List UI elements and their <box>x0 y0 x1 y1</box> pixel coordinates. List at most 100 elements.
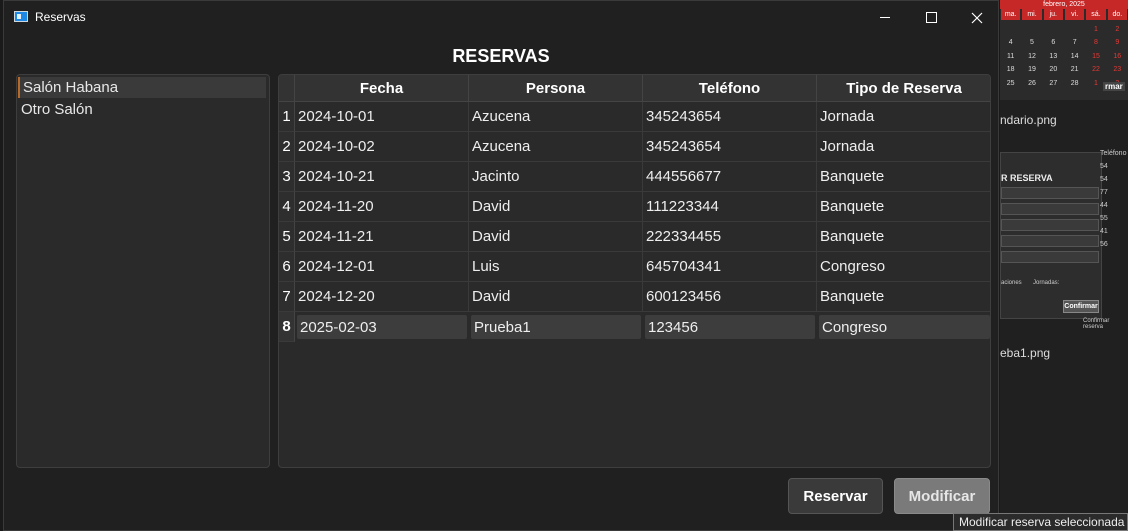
background-confirm-button-fragment: rmar <box>1103 82 1125 91</box>
cell-tipo[interactable]: Banquete <box>817 192 990 222</box>
cell-tipo[interactable]: Banquete <box>817 222 990 252</box>
maximize-button[interactable] <box>908 1 954 34</box>
row-header[interactable]: 2 <box>279 132 295 162</box>
cell-tipo[interactable]: Congreso <box>818 314 990 340</box>
title-bar[interactable]: Reservas <box>4 1 998 34</box>
row-header[interactable]: 7 <box>279 282 295 312</box>
column-header-persona[interactable]: Persona <box>469 75 643 102</box>
table-row[interactable]: 2025-02-03 Prueba1 123456 Congreso <box>295 312 990 342</box>
table-row[interactable]: 2024-11-21 David 222334455 Banquete <box>295 222 990 252</box>
table-corner <box>279 75 295 102</box>
close-button[interactable] <box>954 1 1000 34</box>
cell-persona[interactable]: Azucena <box>469 132 643 162</box>
calendar-weekday: sá. <box>1086 9 1106 20</box>
cell-fecha[interactable]: 2024-12-01 <box>295 252 469 282</box>
calendar-day: 6 <box>1051 39 1056 46</box>
cell-telefono[interactable]: 444556677 <box>643 162 817 192</box>
cell-telefono[interactable]: 222334455 <box>643 222 817 252</box>
background-dialog-label: aciones <box>1001 280 1022 286</box>
cell-telefono[interactable]: 345243654 <box>643 132 817 162</box>
column-header-telefono[interactable]: Teléfono <box>643 75 817 102</box>
row-header[interactable]: 4 <box>279 192 295 222</box>
background-telefono-value: 54 <box>1100 176 1108 183</box>
cell-fecha[interactable]: 2024-11-21 <box>295 222 469 252</box>
cell-telefono[interactable]: 123456 <box>644 314 816 340</box>
calendar-day: 16 <box>1113 52 1122 60</box>
calendar-weekday: vi. <box>1064 9 1085 20</box>
background-dialog-title: R RESERVA <box>1001 173 1053 183</box>
calendar-weekday: ju. <box>1043 9 1063 20</box>
cell-fecha[interactable]: 2024-10-01 <box>295 102 469 132</box>
table-row[interactable]: 2024-12-20 David 600123456 Banquete <box>295 282 990 312</box>
cell-fecha[interactable]: 2024-10-21 <box>295 162 469 192</box>
cell-fecha[interactable]: 2025-02-03 <box>296 314 468 340</box>
background-dialog-field <box>1001 235 1099 247</box>
calendar-month-label: febrero, 2025 <box>1000 0 1128 9</box>
calendar-day: 5 <box>1030 39 1034 46</box>
cell-telefono[interactable]: 600123456 <box>643 282 817 312</box>
cell-tipo[interactable]: Banquete <box>817 162 990 192</box>
background-desktop: febrero, 2025 ma. mi. ju. vi. sá. do. 1 2 4 5 6 7 8 9… <box>1000 0 1128 531</box>
column-header-tipo[interactable]: Tipo de Reserva <box>817 75 990 102</box>
row-header[interactable]: 1 <box>279 102 295 132</box>
reservas-table[interactable]: Fecha Persona Teléfono Tipo de Reserva 1… <box>278 74 991 468</box>
table-row[interactable]: 2024-10-21 Jacinto 444556677 Banquete <box>295 162 990 192</box>
row-header[interactable]: 5 <box>279 222 295 252</box>
background-telefono-value: 56 <box>1100 241 1108 248</box>
close-icon <box>971 12 983 23</box>
calendar-weekday: do. <box>1107 9 1127 20</box>
cell-persona[interactable]: Azucena <box>469 102 643 132</box>
column-header-fecha[interactable]: Fecha <box>295 75 469 102</box>
reservar-button[interactable]: Reservar <box>788 478 883 514</box>
calendar-day: 27 <box>1049 79 1058 87</box>
cell-persona[interactable]: Prueba1 <box>470 314 642 340</box>
cell-fecha[interactable]: 2024-11-20 <box>295 192 469 222</box>
background-dialog: R RESERVA aciones Jornadas: Confirmar <box>1000 152 1102 319</box>
window-title: Reservas <box>35 10 86 24</box>
background-file-label: ndario.png <box>1000 113 1057 127</box>
calendar-day: 21 <box>1070 66 1079 73</box>
cell-persona[interactable]: David <box>469 222 643 252</box>
cell-tipo[interactable]: Congreso <box>817 252 990 282</box>
salon-item-habana[interactable]: Salón Habana <box>18 77 266 98</box>
calendar-day: 2 <box>1115 25 1120 33</box>
modificar-tooltip: Modificar reserva seleccionada <box>953 513 1128 531</box>
maximize-icon <box>925 12 937 23</box>
calendar-day: 12 <box>1028 52 1036 60</box>
table-row[interactable]: 2024-11-20 David 111223344 Banquete <box>295 192 990 222</box>
salon-item-otro[interactable]: Otro Salón <box>18 99 266 120</box>
table-row[interactable]: 2024-10-01 Azucena 345243654 Jornada <box>295 102 990 132</box>
cell-persona[interactable]: David <box>469 192 643 222</box>
background-telefono-header: Teléfono <box>1100 150 1127 157</box>
background-telefono-column: Teléfono 54 54 77 44 55 41 56 <box>1100 150 1128 254</box>
row-header[interactable]: 3 <box>279 162 295 192</box>
cell-fecha[interactable]: 2024-10-02 <box>295 132 469 162</box>
cell-persona[interactable]: David <box>469 282 643 312</box>
table-row[interactable]: 2024-10-02 Azucena 345243654 Jornada <box>295 132 990 162</box>
background-dialog-hint: Confirmar reserva <box>1083 318 1110 330</box>
calendar-day: 13 <box>1049 52 1058 60</box>
calendar-day <box>1043 23 1064 37</box>
minimize-button[interactable] <box>862 1 908 34</box>
cell-persona[interactable]: Jacinto <box>469 162 643 192</box>
table-row[interactable]: 2024-12-01 Luis 645704341 Congreso <box>295 252 990 282</box>
calendar-day: 20 <box>1049 66 1058 73</box>
calendar-weekday: ma. <box>1001 9 1021 20</box>
cell-persona[interactable]: Luis <box>469 252 643 282</box>
calendar-day: 1 <box>1094 25 1098 33</box>
cell-telefono[interactable]: 345243654 <box>643 102 817 132</box>
app-window-icon <box>14 11 28 22</box>
calendar-day: 11 <box>1007 52 1015 60</box>
cell-telefono[interactable]: 645704341 <box>643 252 817 282</box>
cell-tipo[interactable]: Banquete <box>817 282 990 312</box>
modificar-button[interactable]: Modificar <box>894 478 990 514</box>
background-dialog-field <box>1001 187 1099 199</box>
calendar-weekday: mi. <box>1022 9 1042 20</box>
row-header[interactable]: 6 <box>279 252 295 282</box>
cell-telefono[interactable]: 111223344 <box>643 192 817 222</box>
cell-tipo[interactable]: Jornada <box>817 132 990 162</box>
salon-list[interactable]: Salón Habana Otro Salón <box>16 74 270 468</box>
cell-tipo[interactable]: Jornada <box>817 102 990 132</box>
cell-fecha[interactable]: 2024-12-20 <box>295 282 469 312</box>
row-header[interactable]: 8 <box>279 312 295 342</box>
